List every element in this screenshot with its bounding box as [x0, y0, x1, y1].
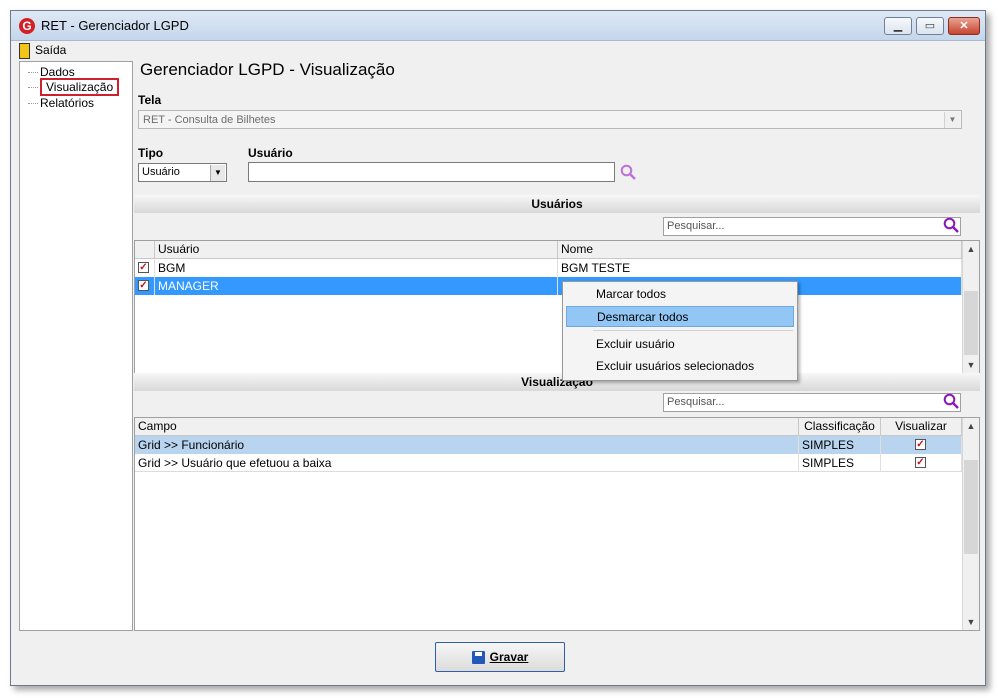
visualizar-cell[interactable]: ✓ [881, 454, 962, 472]
menu-exit-label: Saída [35, 43, 67, 58]
menu-item-excluir-usuario[interactable]: Excluir usuário [566, 334, 794, 355]
exit-door-icon [19, 43, 30, 59]
tree-item-label: Relatórios [40, 96, 95, 110]
minimize-button[interactable]: ▁ [884, 17, 912, 35]
users-grid-header: Usuário Nome [135, 241, 962, 259]
navigation-tree: Dados Visualização Relatórios [19, 61, 133, 631]
save-button-label: Gravar [489, 650, 529, 664]
column-header-visualizar[interactable]: Visualizar [881, 418, 962, 436]
visualizar-cell[interactable]: ✓ [881, 436, 962, 454]
classificacao-cell: SIMPLES [799, 454, 881, 472]
users-search-input[interactable]: Pesquisar... [663, 217, 961, 236]
menu-item-excluir-selecionados[interactable]: Excluir usuários selecionados [566, 356, 794, 377]
checkbox-checked-icon[interactable]: ✓ [138, 280, 149, 291]
vis-section-title: Visualização [134, 373, 980, 391]
page-title: Gerenciador LGPD - Visualização [140, 60, 395, 79]
search-icon[interactable] [943, 393, 960, 410]
row-checkbox-cell[interactable]: ✓ [135, 277, 155, 295]
usuario-input[interactable] [248, 162, 615, 182]
campo-cell: Grid >> Funcionário [135, 436, 799, 454]
menu-bar: Saída [11, 41, 985, 61]
tipo-select-value: Usuário [142, 166, 180, 178]
context-menu: Marcar todos Desmarcar todos Excluir usu… [562, 281, 798, 381]
table-row[interactable]: Grid >> Usuário que efetuou a baixa SIMP… [135, 454, 962, 472]
checkbox-checked-icon[interactable]: ✓ [915, 439, 926, 450]
chevron-down-icon: ▼ [944, 112, 960, 128]
close-button[interactable]: ✕ [948, 17, 980, 35]
usuario-label: Usuário [248, 146, 293, 160]
scroll-thumb[interactable] [964, 460, 978, 554]
tree-item-label: Visualização [40, 78, 120, 96]
maximize-button[interactable]: ▭ [916, 17, 944, 35]
users-grid: Usuário Nome ✓ BGM BGM TESTE ✓ MANAGER ▲… [134, 240, 980, 374]
vis-grid-header: Campo Classificação Visualizar [135, 418, 962, 436]
tree-connector [28, 87, 38, 89]
search-icon[interactable] [620, 164, 637, 181]
scroll-down-icon[interactable]: ▼ [963, 614, 979, 630]
window-title: RET - Gerenciador LGPD [41, 18, 189, 33]
tree-item-relatorios[interactable]: Relatórios [28, 96, 94, 112]
vis-grid: Campo Classificação Visualizar Grid >> F… [134, 417, 980, 631]
app-logo-icon: G [19, 18, 35, 34]
scroll-down-icon[interactable]: ▼ [963, 357, 979, 373]
tree-connector [28, 72, 38, 74]
user-cell: MANAGER [155, 277, 558, 295]
checkbox-column-header [135, 241, 155, 259]
vis-search-input[interactable]: Pesquisar... [663, 393, 961, 412]
vis-grid-scrollbar[interactable]: ▲ ▼ [962, 418, 979, 630]
floppy-disk-icon [471, 651, 485, 665]
chevron-down-icon: ▼ [210, 165, 225, 181]
scroll-up-icon[interactable]: ▲ [963, 418, 979, 434]
menu-item-desmarcar-todos[interactable]: Desmarcar todos [566, 306, 794, 327]
tela-label: Tela [138, 93, 162, 107]
tela-select-value: RET - Consulta de Bilhetes [143, 114, 276, 126]
classificacao-cell: SIMPLES [799, 436, 881, 454]
table-row[interactable]: Grid >> Funcionário SIMPLES ✓ [135, 436, 962, 454]
users-section-title: Usuários [134, 195, 980, 213]
tree-item-visualizacao[interactable]: Visualização [28, 78, 120, 96]
column-header-campo[interactable]: Campo [135, 418, 799, 436]
search-icon[interactable] [943, 217, 960, 234]
column-header-nome[interactable]: Nome [558, 241, 962, 259]
table-row[interactable]: ✓ BGM BGM TESTE [135, 259, 962, 277]
user-cell: BGM [155, 259, 558, 277]
tree-item-label: Dados [40, 65, 75, 79]
tipo-label: Tipo [138, 146, 164, 160]
title-bar[interactable]: G RET - Gerenciador LGPD ▁ ▭ ✕ [11, 11, 985, 41]
scroll-thumb[interactable] [964, 291, 978, 355]
name-cell: BGM TESTE [558, 259, 962, 277]
tipo-select[interactable]: Usuário ▼ [138, 163, 227, 182]
checkbox-checked-icon[interactable]: ✓ [915, 457, 926, 468]
menu-item-marcar-todos[interactable]: Marcar todos [566, 284, 794, 305]
column-header-classificacao[interactable]: Classificação [799, 418, 881, 436]
tree-connector [28, 103, 38, 105]
tela-select[interactable]: RET - Consulta de Bilhetes ▼ [138, 110, 962, 129]
column-header-usuario[interactable]: Usuário [155, 241, 558, 259]
main-window: G RET - Gerenciador LGPD ▁ ▭ ✕ Saída Dad… [10, 10, 986, 686]
scroll-up-icon[interactable]: ▲ [963, 241, 979, 257]
table-row-selected[interactable]: ✓ MANAGER [135, 277, 962, 295]
save-button[interactable]: Gravar [435, 642, 565, 672]
users-grid-scrollbar[interactable]: ▲ ▼ [962, 241, 979, 373]
row-checkbox-cell[interactable]: ✓ [135, 259, 155, 277]
menu-exit[interactable]: Saída [19, 43, 66, 59]
checkbox-checked-icon[interactable]: ✓ [138, 262, 149, 273]
campo-cell: Grid >> Usuário que efetuou a baixa [135, 454, 799, 472]
menu-separator [593, 330, 793, 331]
